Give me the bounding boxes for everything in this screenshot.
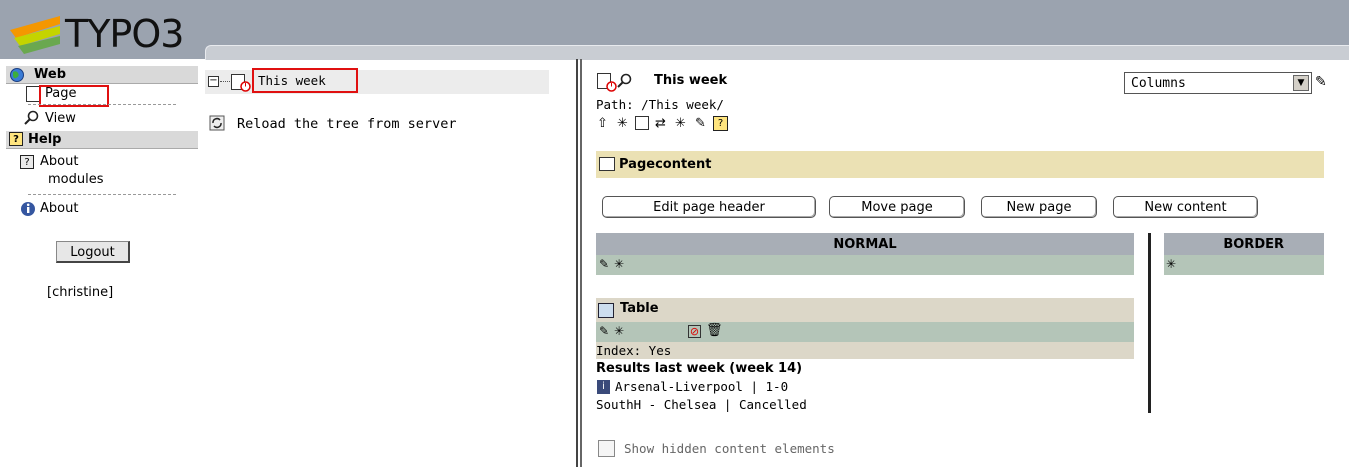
column-header-normal: NORMAL	[596, 233, 1134, 255]
menu-item-view-label: View	[45, 111, 76, 126]
new-record-icon[interactable]: ✳	[617, 116, 628, 131]
new-content-icon[interactable]: ✳	[1166, 257, 1176, 271]
menu-item-about-label: About	[40, 201, 79, 216]
about-modules-line1: About	[40, 154, 79, 169]
typo3-logo: TYPO3	[8, 8, 198, 56]
menu-item-about-modules[interactable]: ? About modules	[20, 153, 170, 189]
info-icon: i	[597, 380, 610, 394]
menu-item-view[interactable]: View	[24, 110, 164, 128]
section-header: Pagecontent	[596, 151, 1324, 178]
collapse-icon[interactable]: −	[208, 76, 219, 87]
clock-icon	[240, 81, 251, 92]
column-divider	[1148, 233, 1151, 413]
element-meta: Index: Yes	[596, 342, 1134, 359]
typo3-logo-icon	[10, 16, 60, 54]
section-title: Pagecontent	[619, 157, 712, 172]
chevron-down-icon[interactable]: ▼	[1293, 75, 1309, 91]
column-border-label: BORDER	[1223, 237, 1284, 252]
tab-strip	[205, 45, 1349, 60]
column-header-border: BORDER	[1164, 233, 1324, 255]
new-content-icon[interactable]: ✳	[614, 257, 624, 271]
menu-group-help[interactable]: ? Help	[6, 131, 198, 149]
top-bar: TYPO3	[0, 0, 1349, 60]
page-path: Path: /This week/	[596, 97, 724, 112]
element-line-2: SouthH - Chelsea | Cancelled	[596, 397, 807, 412]
element-toolbar: ✎ ✳ ⊘ 🗑	[596, 322, 1134, 342]
globe-icon	[10, 68, 24, 82]
magnifier-icon	[24, 110, 39, 125]
edit-icon[interactable]: ✎	[695, 116, 706, 131]
page-icon	[26, 86, 40, 102]
new-page-button[interactable]: New page	[981, 196, 1097, 218]
logo-text: TYPO3	[65, 12, 184, 56]
menu-item-about[interactable]: About	[20, 200, 170, 218]
magnifier-icon[interactable]	[617, 73, 633, 89]
column-toolbar-normal: ✎ ✳	[596, 255, 1134, 275]
about-modules-line2: modules	[48, 172, 104, 187]
new-content-icon[interactable]: ✳	[614, 324, 624, 338]
column-normal-label: NORMAL	[833, 237, 897, 252]
help-icon: ?	[20, 155, 34, 169]
move-page-button[interactable]: Move page	[829, 196, 965, 218]
up-level-icon[interactable]: ⇧	[597, 116, 608, 131]
frame-divider	[576, 59, 578, 467]
view-mode-value: Columns	[1131, 76, 1186, 91]
element-heading: Results last week (week 14)	[596, 361, 803, 376]
hide-icon[interactable]: ⊘	[688, 325, 701, 338]
edit-page-header-button[interactable]: Edit page header	[602, 196, 816, 218]
reload-icon[interactable]	[209, 115, 225, 131]
content-icon	[599, 157, 615, 171]
menu-group-web-label: Web	[34, 67, 66, 82]
menu-separator	[28, 194, 176, 195]
view-mode-select[interactable]: Columns ▼	[1124, 72, 1312, 94]
page-title: This week	[654, 73, 728, 88]
list-icon[interactable]	[635, 116, 649, 130]
highlight-box	[252, 68, 358, 93]
new-content-button[interactable]: New content	[1113, 196, 1258, 218]
tree-line	[220, 81, 230, 82]
show-hidden-label[interactable]: Show hidden content elements	[624, 441, 835, 456]
username-label: [christine]	[47, 285, 114, 300]
element-type-label: Table	[620, 301, 659, 316]
reload-tree-link[interactable]: Reload the tree from server	[237, 116, 456, 132]
menu-group-help-label: Help	[28, 132, 62, 147]
edit-icon[interactable]: ✎	[1315, 74, 1327, 90]
show-hidden-checkbox[interactable]	[598, 440, 615, 457]
info-icon	[21, 202, 35, 216]
help-icon: ?	[9, 132, 23, 146]
new-page-icon[interactable]: ✳	[675, 116, 686, 131]
edit-icon[interactable]: ✎	[599, 257, 609, 271]
table-icon	[598, 303, 614, 318]
element-line-1: Arsenal-Liverpool | 1-0	[615, 379, 789, 394]
menu-group-web[interactable]: Web	[6, 66, 198, 84]
clock-icon	[606, 81, 617, 92]
trash-icon[interactable]: 🗑	[706, 323, 723, 338]
edit-icon[interactable]: ✎	[599, 324, 609, 338]
help-icon[interactable]: ?	[713, 116, 728, 131]
element-header: Table	[596, 298, 1134, 322]
column-toolbar-border: ✳	[1164, 255, 1324, 275]
logout-button[interactable]: Logout	[56, 241, 130, 263]
page-toolbar: ⇧ ✳ ⇄ ✳ ✎ ?	[597, 115, 739, 133]
element-index: Index: Yes	[596, 343, 672, 358]
menu-separator	[28, 104, 176, 105]
move-icon[interactable]: ⇄	[655, 116, 666, 131]
